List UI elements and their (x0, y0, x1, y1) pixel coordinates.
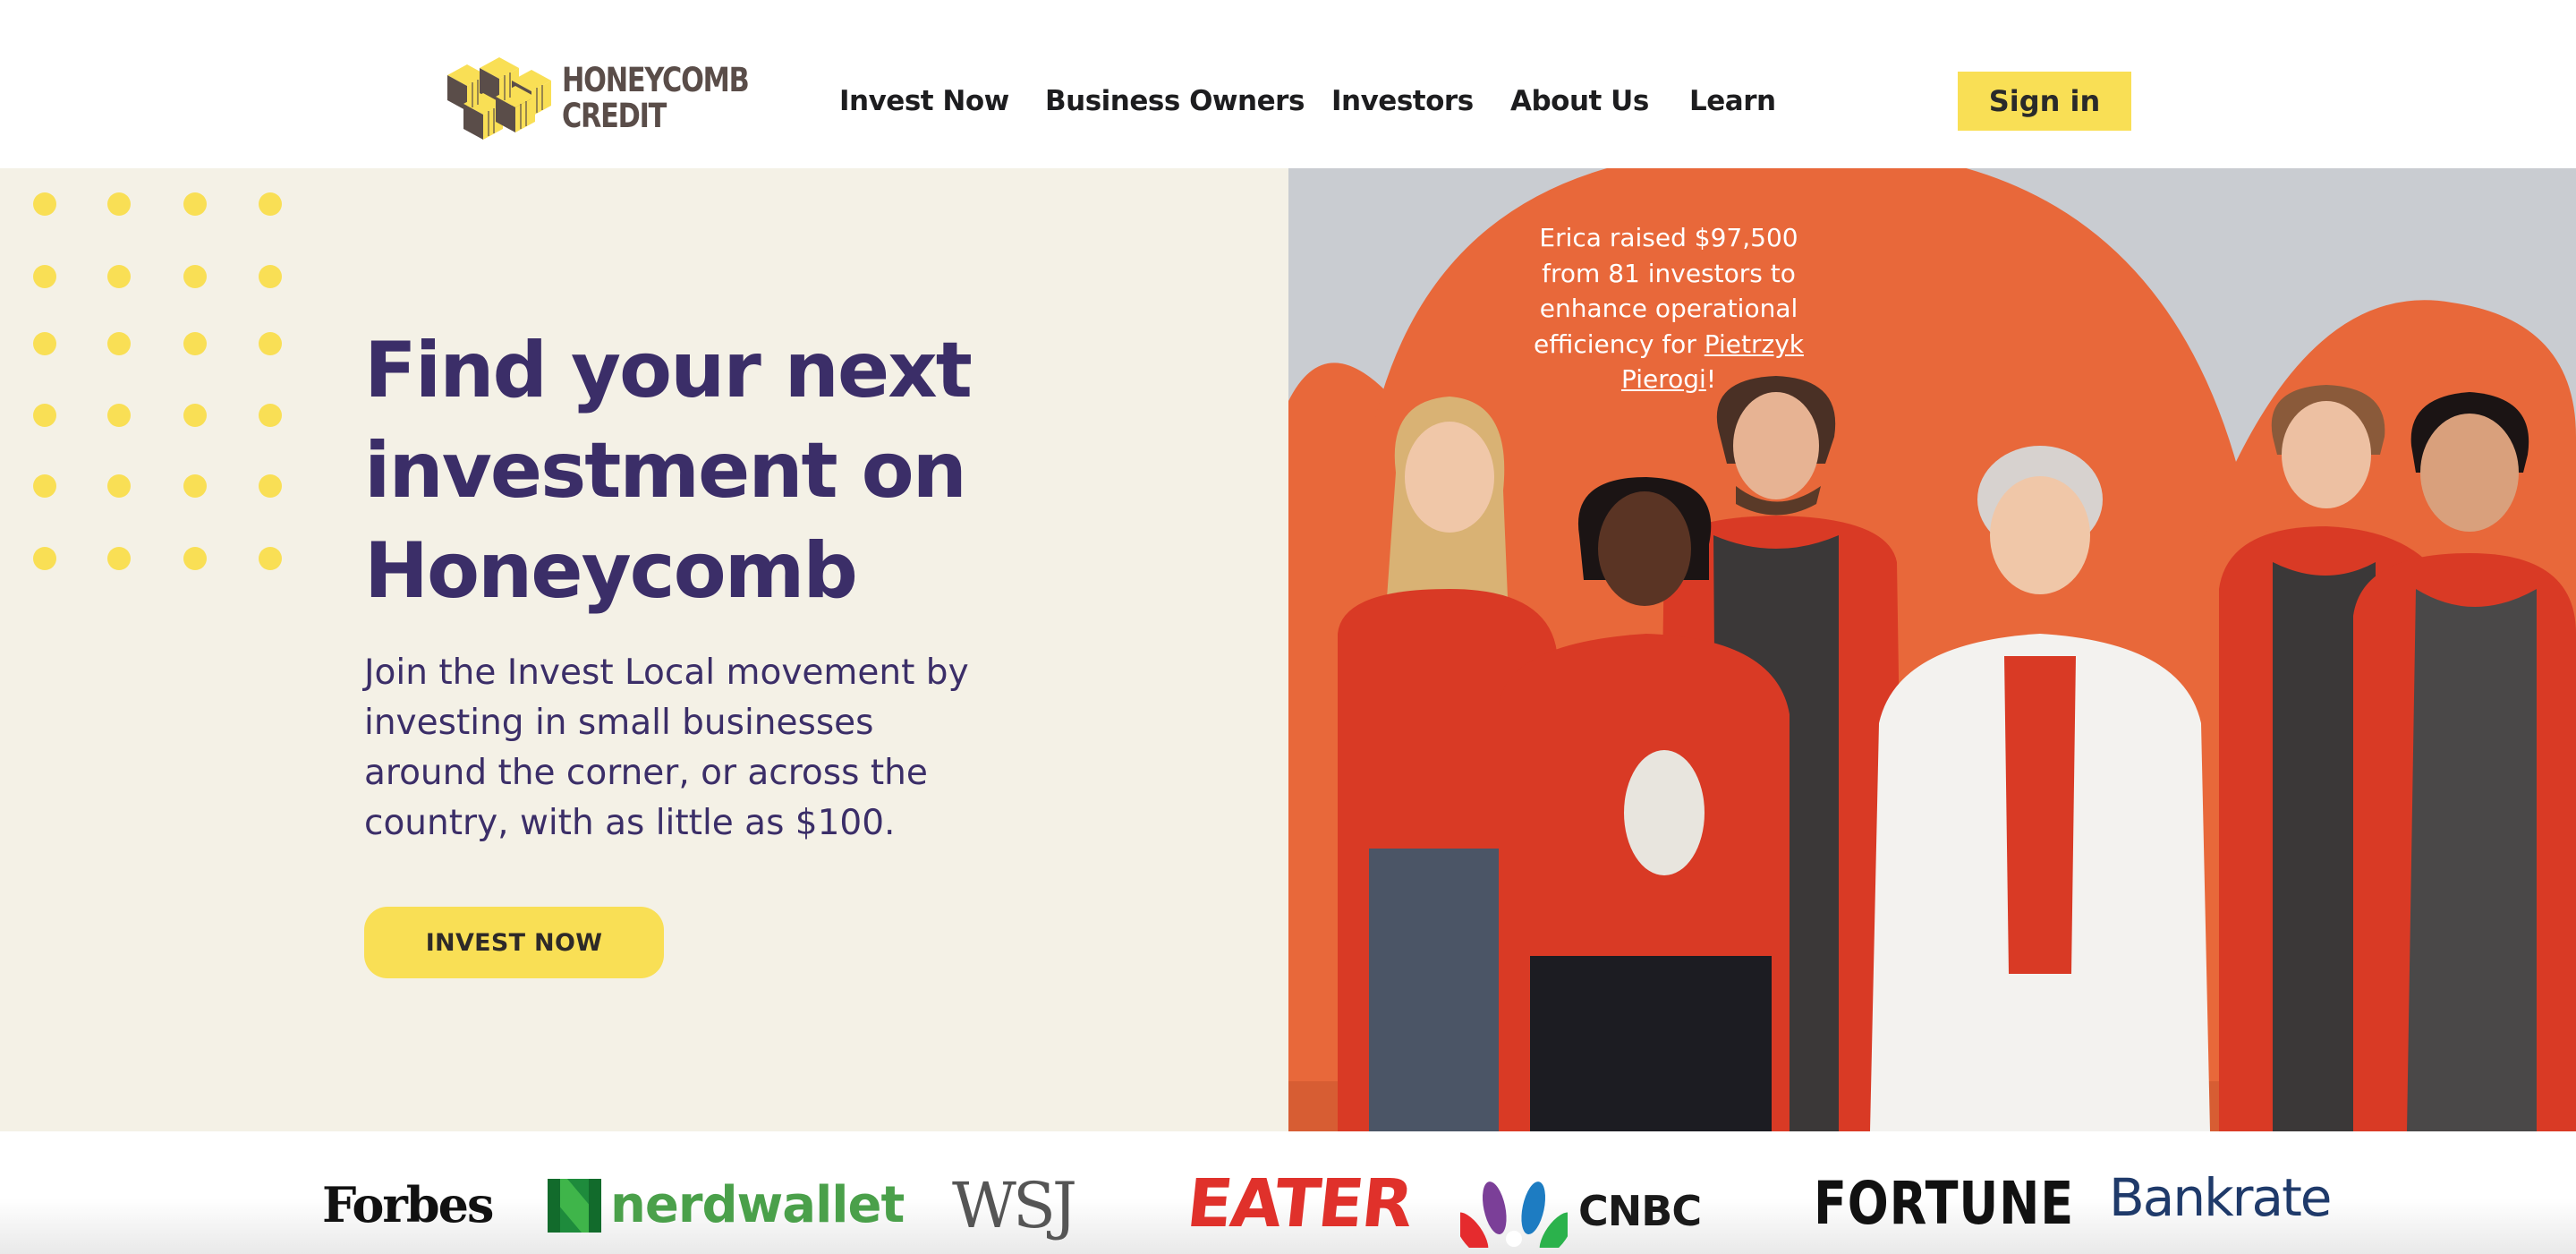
sign-in-button[interactable]: Sign in (1958, 72, 2131, 131)
site-header: HONEYCOMB CREDIT Invest Now Business Own… (0, 0, 2576, 168)
nav-business-owners[interactable]: Business Owners (1045, 81, 1305, 122)
logo-wordmark: HONEYCOMB CREDIT (562, 61, 750, 135)
logo-line-1: HONEYCOMB (562, 61, 750, 99)
nerdwallet-wordmark: nerdwallet (610, 1176, 905, 1234)
nav-investors[interactable]: Investors (1331, 81, 1474, 122)
photo-caption: Erica raised $97,500 from 81 investors t… (1526, 220, 1812, 397)
honeycomb-credit-logo[interactable]: HONEYCOMB CREDIT (440, 55, 750, 145)
logo-line-2: CREDIT (562, 97, 667, 135)
fortune-logo: FORTUNE (1814, 1169, 2075, 1238)
cnbc-peacock-icon (1460, 1181, 1568, 1248)
nerdwallet-mark-icon (548, 1178, 601, 1233)
invest-now-button[interactable]: INVEST NOW (364, 907, 664, 978)
nav-about-us[interactable]: About Us (1510, 81, 1649, 122)
bankrate-logo: Bankrate (2109, 1167, 2332, 1228)
press-logos-bar: Forbes nerdwallet WSJ EATER CNBC FORTUNE… (0, 1131, 2576, 1254)
team-photo-illustration (1288, 168, 2576, 1131)
honeycomb-logo-icon (447, 57, 551, 140)
nav-invest-now[interactable]: Invest Now (839, 81, 1009, 122)
eater-logo: EATER (1183, 1165, 1416, 1242)
cnbc-logo: CNBC (1460, 1176, 1702, 1248)
caption-suffix: ! (1705, 364, 1717, 394)
nerdwallet-logo: nerdwallet (548, 1176, 905, 1234)
forbes-logo: Forbes (322, 1176, 494, 1233)
hero-subtitle: Join the Invest Local movement by invest… (364, 653, 969, 843)
hero-title: Find your next investment on Honeycomb (364, 326, 973, 616)
wsj-logo: WSJ (952, 1169, 1077, 1242)
nav-learn[interactable]: Learn (1689, 81, 1776, 122)
decorative-dot-grid (33, 192, 282, 570)
cnbc-wordmark: CNBC (1578, 1187, 1702, 1235)
hero-photo: Erica raised $97,500 from 81 investors t… (1288, 168, 2576, 1131)
hero-text-panel: Find your next investment on Honeycomb J… (0, 168, 1288, 1131)
